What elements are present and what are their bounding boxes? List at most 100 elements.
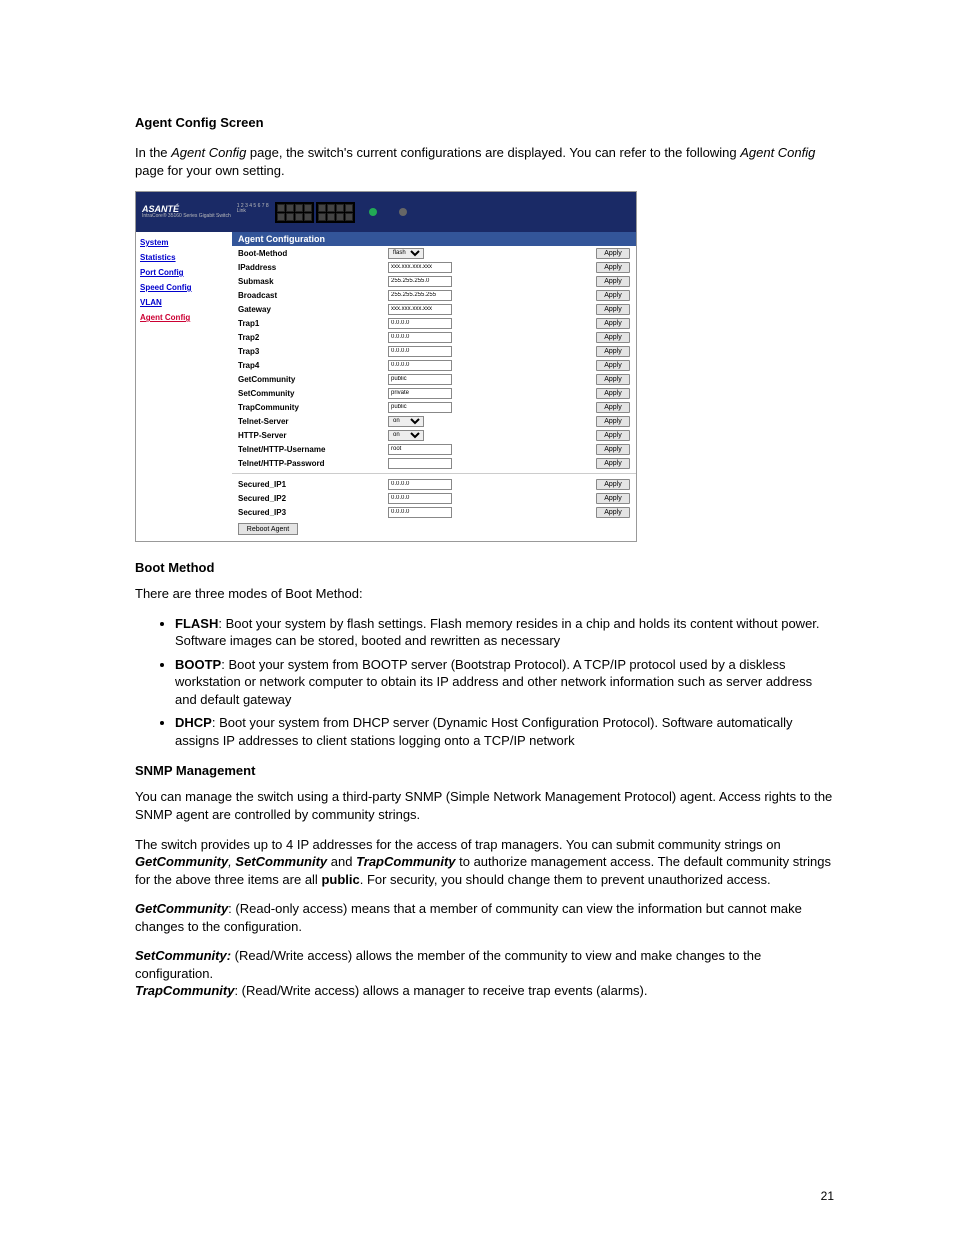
page-number: 21 — [821, 1189, 834, 1203]
config-label: Boot-Method — [238, 249, 388, 258]
intro-italic-2: Agent Config — [740, 145, 815, 160]
config-row: Trap2 Apply — [232, 330, 636, 344]
nav-vlan[interactable]: VLAN — [140, 298, 228, 307]
config-select[interactable]: on — [388, 430, 424, 441]
config-label: Broadcast — [238, 291, 388, 300]
boot-method-intro: There are three modes of Boot Method: — [135, 585, 834, 603]
apply-button[interactable]: Apply — [596, 276, 630, 287]
apply-button[interactable]: Apply — [596, 458, 630, 469]
screenshot-header: ASANTÉ IntraCore® 35160 Series Gigabit S… — [136, 192, 636, 232]
apply-button[interactable]: Apply — [596, 304, 630, 315]
config-input[interactable] — [388, 290, 452, 301]
snmp-p2-a: The switch provides up to 4 IP addresses… — [135, 837, 781, 852]
nav-speed-config[interactable]: Speed Config — [140, 283, 228, 292]
config-label: Trap1 — [238, 319, 388, 328]
config-input[interactable] — [388, 304, 452, 315]
led-icon — [399, 208, 407, 216]
boot-method-bootp: BOOTP: Boot your system from BOOTP serve… — [175, 656, 834, 709]
config-row: Trap1 Apply — [232, 316, 636, 330]
config-input[interactable] — [388, 332, 452, 343]
apply-button[interactable]: Apply — [596, 430, 630, 441]
apply-button[interactable]: Apply — [596, 402, 630, 413]
heading-snmp: SNMP Management — [135, 763, 834, 778]
apply-button[interactable]: Apply — [596, 493, 630, 504]
config-row: Telnet-ServeronApply — [232, 414, 636, 428]
heading-agent-config: Agent Config Screen — [135, 115, 834, 130]
nav-statistics[interactable]: Statistics — [140, 253, 228, 262]
config-input[interactable] — [388, 346, 452, 357]
config-input[interactable] — [388, 262, 452, 273]
snmp-public: public — [321, 872, 359, 887]
setcommunity-para: SetCommunity: (Read/Write access) allows… — [135, 947, 834, 982]
apply-button[interactable]: Apply — [596, 290, 630, 301]
config-input[interactable] — [388, 458, 452, 469]
bootp-desc: : Boot your system from BOOTP server (Bo… — [175, 657, 812, 707]
config-select[interactable]: on — [388, 416, 424, 427]
apply-button[interactable]: Apply — [596, 262, 630, 273]
config-label: Telnet/HTTP-Password — [238, 459, 388, 468]
config-label: Secured_IP2 — [238, 494, 388, 503]
config-input[interactable] — [388, 318, 452, 329]
getcommunity-term: GetCommunity — [135, 901, 228, 916]
snmp-p2-e: . For security, you should change them t… — [360, 872, 771, 887]
config-input[interactable] — [388, 388, 452, 399]
apply-button[interactable]: Apply — [596, 416, 630, 427]
intro-suffix: page for your own setting. — [135, 163, 285, 178]
config-label: HTTP-Server — [238, 431, 388, 440]
snmp-getcommunity: GetCommunity — [135, 854, 228, 869]
config-row: Telnet/HTTP-Username Apply — [232, 442, 636, 456]
snmp-para-1: You can manage the switch using a third-… — [135, 788, 834, 823]
config-label: Secured_IP1 — [238, 480, 388, 489]
config-input[interactable] — [388, 507, 452, 518]
config-label: Trap2 — [238, 333, 388, 342]
boot-method-flash: FLASH: Boot your system by flash setting… — [175, 615, 834, 650]
brand-subtext: IntraCore® 35160 Series Gigabit Switch — [142, 214, 231, 220]
apply-button[interactable]: Apply — [596, 444, 630, 455]
screenshot-nav: System Statistics Port Config Speed Conf… — [136, 232, 232, 541]
intro-paragraph: In the Agent Config page, the switch's c… — [135, 144, 834, 179]
apply-button[interactable]: Apply — [596, 479, 630, 490]
config-label: Telnet/HTTP-Username — [238, 445, 388, 454]
config-label: Trap4 — [238, 361, 388, 370]
config-label: Trap3 — [238, 347, 388, 356]
config-input[interactable] — [388, 402, 452, 413]
nav-port-config[interactable]: Port Config — [140, 268, 228, 277]
config-select[interactable]: flash — [388, 248, 424, 259]
config-input[interactable] — [388, 479, 452, 490]
config-input[interactable] — [388, 444, 452, 455]
config-row: Secured_IP1 Apply — [232, 477, 636, 491]
apply-button[interactable]: Apply — [596, 346, 630, 357]
apply-button[interactable]: Apply — [596, 332, 630, 343]
config-row: Telnet/HTTP-Password Apply — [232, 456, 636, 470]
snmp-p2-c: and — [327, 854, 356, 869]
config-input[interactable] — [388, 493, 452, 504]
intro-mid: page, the switch's current configuration… — [246, 145, 740, 160]
config-input[interactable] — [388, 360, 452, 371]
config-row: IPaddressApply — [232, 260, 636, 274]
apply-button[interactable]: Apply — [596, 507, 630, 518]
config-label: SetCommunity — [238, 389, 388, 398]
apply-button[interactable]: Apply — [596, 318, 630, 329]
panel-title: Agent Configuration — [232, 232, 636, 246]
nav-system[interactable]: System — [140, 238, 228, 247]
apply-button[interactable]: Apply — [596, 374, 630, 385]
config-row: Broadcast Apply — [232, 288, 636, 302]
config-input[interactable] — [388, 374, 452, 385]
apply-button[interactable]: Apply — [596, 248, 630, 259]
heading-boot-method: Boot Method — [135, 560, 834, 575]
nav-agent-config[interactable]: Agent Config — [140, 313, 228, 322]
bootp-term: BOOTP — [175, 657, 221, 672]
apply-button[interactable]: Apply — [596, 360, 630, 371]
apply-button[interactable]: Apply — [596, 388, 630, 399]
reboot-agent-button[interactable]: Reboot Agent — [238, 523, 298, 535]
dhcp-term: DHCP — [175, 715, 212, 730]
flash-term: FLASH — [175, 616, 218, 631]
snmp-trapcommunity: TrapCommunity — [356, 854, 455, 869]
config-label: Gateway — [238, 305, 388, 314]
agent-config-screenshot: ASANTÉ IntraCore® 35160 Series Gigabit S… — [135, 191, 637, 542]
trapcommunity-para: TrapCommunity: (Read/Write access) allow… — [135, 982, 834, 1000]
config-row: GetCommunityApply — [232, 372, 636, 386]
config-input[interactable] — [388, 276, 452, 287]
config-label: Submask — [238, 277, 388, 286]
port-panel — [275, 202, 355, 223]
